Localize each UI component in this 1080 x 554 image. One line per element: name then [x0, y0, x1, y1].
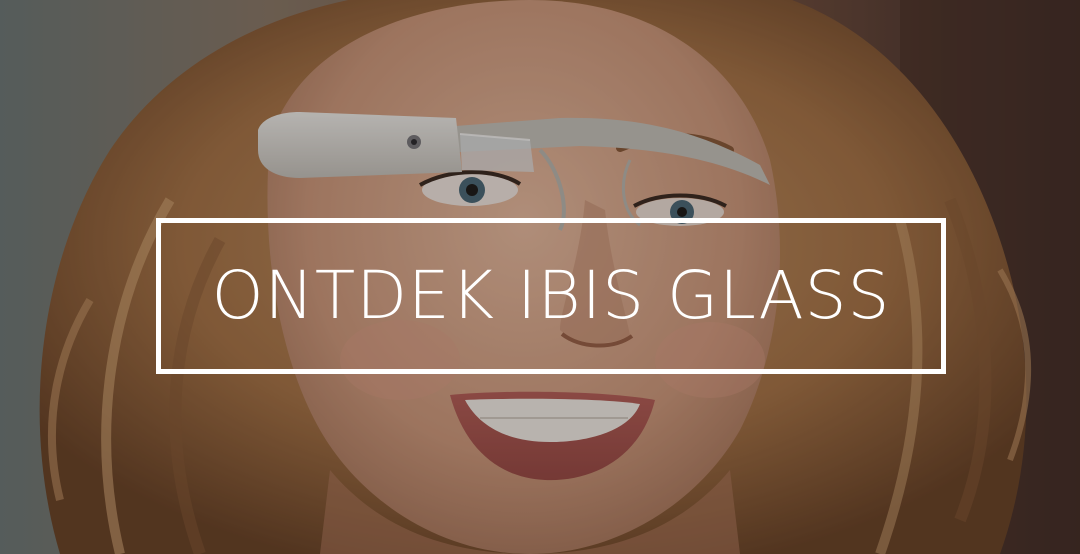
- discover-ibis-glass-button[interactable]: ONTDEK IBIS GLASS: [156, 218, 946, 374]
- hero-banner[interactable]: ONTDEK IBIS GLASS: [0, 0, 1080, 554]
- cta-label: ONTDEK IBIS GLASS: [211, 257, 891, 334]
